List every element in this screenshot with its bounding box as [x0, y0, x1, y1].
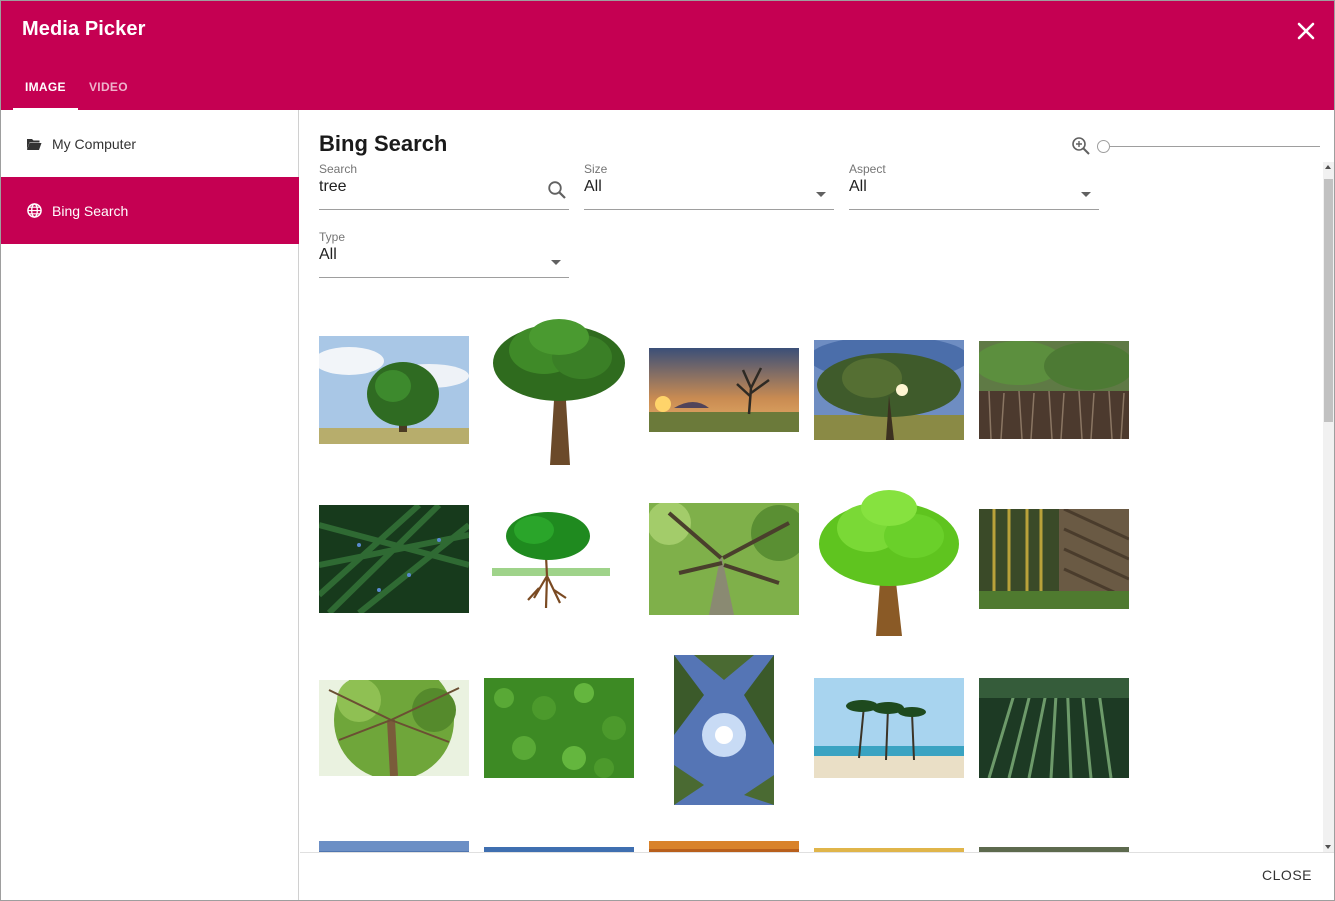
- tab-video[interactable]: VIDEO: [77, 73, 140, 110]
- type-label: Type: [319, 230, 346, 244]
- aspect-label: Aspect: [849, 162, 886, 176]
- image-result[interactable]: [649, 348, 799, 432]
- image-result[interactable]: [979, 509, 1129, 609]
- chevron-down-icon: [816, 192, 826, 197]
- zoom-slider-handle[interactable]: [1097, 140, 1110, 153]
- image-result[interactable]: [674, 655, 774, 805]
- image-result[interactable]: [649, 503, 799, 615]
- scrollbar-thumb[interactable]: [1324, 179, 1333, 422]
- chevron-down-icon: [1081, 192, 1091, 197]
- scroll-up-arrow-icon[interactable]: [1325, 165, 1331, 169]
- sidebar: My Computer Bing Search: [1, 110, 299, 900]
- image-result[interactable]: [484, 508, 634, 618]
- image-result[interactable]: [484, 315, 634, 465]
- main-panel: Bing Search Search tree Size All Aspect …: [300, 110, 1334, 852]
- search-label: Search: [319, 162, 358, 176]
- search-icon[interactable]: [547, 180, 567, 200]
- image-result[interactable]: [979, 678, 1129, 778]
- image-result[interactable]: [319, 505, 469, 613]
- size-select[interactable]: Size All: [584, 162, 834, 210]
- size-value: All: [584, 178, 602, 195]
- zoom-slider-track[interactable]: [1097, 146, 1320, 147]
- image-result[interactable]: [979, 341, 1129, 439]
- image-result[interactable]: [319, 336, 469, 444]
- results-scrollbar[interactable]: [1323, 162, 1334, 852]
- page-title: Bing Search: [319, 131, 448, 156]
- image-result[interactable]: [814, 340, 964, 440]
- aspect-select[interactable]: Aspect All: [849, 162, 1099, 210]
- image-result[interactable]: [484, 678, 634, 778]
- media-picker-dialog: Media Picker IMAGE VIDEO My Computer Bin…: [0, 0, 1335, 901]
- sidebar-item-label: Bing Search: [52, 202, 129, 219]
- tab-image[interactable]: IMAGE: [13, 73, 78, 110]
- image-result[interactable]: [319, 841, 469, 852]
- aspect-value: All: [849, 178, 867, 195]
- sidebar-item-my-computer[interactable]: My Computer: [1, 110, 299, 177]
- dialog-footer: CLOSE: [300, 852, 1334, 900]
- search-input[interactable]: tree: [319, 178, 347, 196]
- scroll-down-arrow-icon[interactable]: [1325, 845, 1331, 849]
- image-result[interactable]: [814, 486, 964, 636]
- dialog-header: Media Picker IMAGE VIDEO: [1, 1, 1334, 110]
- chevron-down-icon: [551, 260, 561, 265]
- type-value: All: [319, 246, 337, 263]
- type-select[interactable]: Type All: [319, 230, 569, 278]
- image-result[interactable]: [319, 680, 469, 776]
- close-button[interactable]: CLOSE: [1262, 867, 1312, 883]
- search-field[interactable]: Search tree: [319, 162, 569, 210]
- sidebar-item-label: My Computer: [52, 135, 137, 152]
- size-label: Size: [584, 162, 608, 176]
- image-result[interactable]: [814, 678, 964, 778]
- globe-icon: [25, 202, 43, 220]
- sidebar-item-bing-search[interactable]: Bing Search: [1, 177, 299, 244]
- folder-open-icon: [25, 135, 43, 153]
- image-result[interactable]: [649, 841, 799, 852]
- zoom-in-icon: [1071, 136, 1091, 156]
- close-icon[interactable]: [1294, 19, 1318, 43]
- dialog-title: Media Picker: [22, 18, 146, 40]
